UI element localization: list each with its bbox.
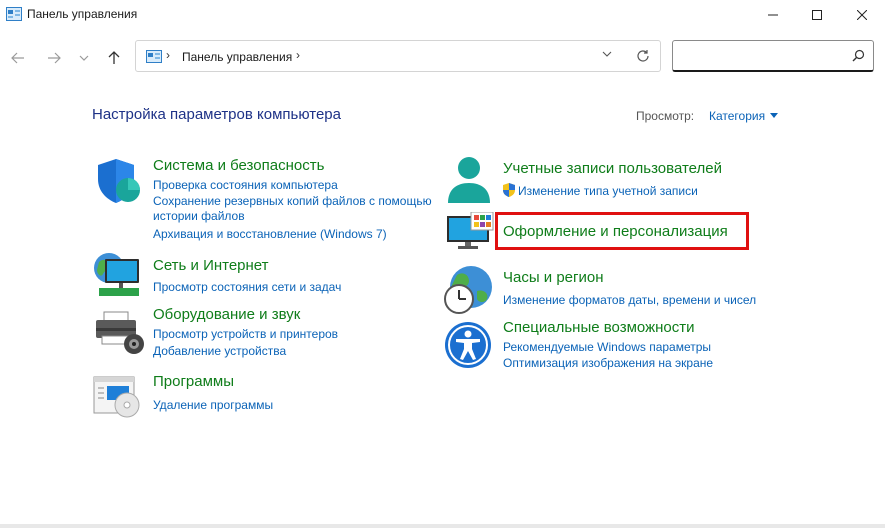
close-button[interactable] — [839, 0, 885, 30]
link-add-device[interactable]: Добавление устройства — [153, 344, 286, 358]
category-network-internet[interactable]: Сеть и Интернет — [153, 257, 269, 274]
search-icon — [852, 49, 865, 62]
control-panel-icon — [6, 7, 22, 21]
category-clock-region[interactable]: Часы и регион — [503, 269, 604, 286]
arrow-right-icon — [48, 52, 61, 64]
category-system-security[interactable]: Система и безопасность — [153, 157, 324, 174]
uac-shield-icon — [503, 183, 515, 197]
highlight-box — [495, 212, 749, 250]
link-change-account-type[interactable]: Изменение типа учетной записи — [518, 184, 698, 198]
address-bar[interactable]: › Панель управления › — [135, 40, 661, 72]
link-date-time-formats[interactable]: Изменение форматов даты, времени и чисел — [503, 293, 756, 307]
search-input[interactable] — [672, 40, 874, 72]
link-optimize-display[interactable]: Оптимизация изображения на экране — [503, 356, 713, 370]
arrow-left-icon — [11, 52, 24, 64]
link-check-computer-status[interactable]: Проверка состояния компьютера — [153, 178, 338, 192]
link-devices-printers[interactable]: Просмотр устройств и принтеров — [153, 327, 338, 341]
link-network-status[interactable]: Просмотр состояния сети и задач — [153, 280, 341, 294]
category-hardware-sound[interactable]: Оборудование и звук — [153, 306, 300, 323]
chevron-down-icon[interactable] — [602, 51, 612, 57]
navigation-toolbar: › Панель управления › — [0, 30, 885, 85]
chevron-down-icon — [79, 55, 89, 61]
security-shield-icon — [98, 159, 140, 203]
title-bar: Панель управления — [0, 0, 885, 30]
link-file-history-backup[interactable]: Сохранение резервных копий файлов с помо… — [153, 194, 432, 208]
window-title: Панель управления — [27, 7, 138, 21]
breadcrumb-separator[interactable]: › — [296, 48, 300, 62]
caret-down-icon[interactable] — [770, 113, 778, 118]
maximize-icon — [812, 10, 822, 20]
printer-icon — [96, 311, 144, 354]
breadcrumb-control-panel[interactable]: Панель управления — [182, 50, 292, 64]
breadcrumb-separator[interactable]: › — [166, 48, 170, 62]
maximize-button[interactable] — [794, 0, 840, 30]
view-by-dropdown[interactable]: Категория — [709, 109, 765, 123]
clock-globe-icon — [444, 266, 492, 314]
bottom-edge — [0, 524, 885, 528]
forward-button[interactable] — [42, 46, 66, 70]
up-button[interactable] — [102, 46, 126, 70]
link-backup-restore[interactable]: Архивация и восстановление (Windows 7) — [153, 227, 387, 241]
link-uninstall-program[interactable]: Удаление программы — [153, 398, 273, 412]
page-title: Настройка параметров компьютера — [92, 106, 341, 123]
arrow-up-icon — [108, 51, 120, 64]
refresh-icon[interactable] — [636, 49, 650, 63]
close-icon — [857, 10, 867, 20]
network-globe-icon — [94, 253, 139, 296]
link-file-history-backup-cont[interactable]: истории файлов — [153, 209, 245, 223]
view-by-label: Просмотр: — [636, 109, 695, 123]
category-user-accounts[interactable]: Учетные записи пользователей — [503, 160, 722, 177]
minimize-button[interactable] — [750, 0, 796, 30]
control-panel-icon — [146, 50, 162, 63]
minimize-icon — [768, 14, 778, 16]
personalization-monitor-icon — [447, 212, 494, 249]
recent-locations-button[interactable] — [72, 46, 96, 70]
programs-icon — [93, 376, 140, 418]
accessibility-icon — [445, 322, 491, 368]
user-accounts-icon — [448, 157, 490, 203]
back-button[interactable] — [6, 46, 30, 70]
category-programs[interactable]: Программы — [153, 373, 234, 390]
category-ease-of-access[interactable]: Специальные возможности — [503, 319, 695, 336]
link-recommended-settings[interactable]: Рекомендуемые Windows параметры — [503, 340, 711, 354]
